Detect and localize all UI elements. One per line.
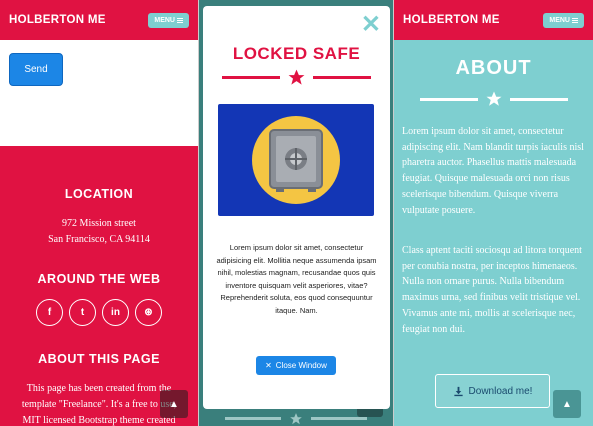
about-title: ABOUT [455,57,532,79]
hamburger-icon [572,17,578,23]
send-button[interactable]: Send [9,53,63,86]
navbar: HOLBERTON ME MENU [0,0,198,40]
modal-title: LOCKED SAFE [232,44,361,63]
address-line1: 972 Mission street [62,218,136,229]
brand-logo[interactable]: HOLBERTON ME [9,14,106,26]
brand-logo[interactable]: HOLBERTON ME [403,14,500,26]
menu-label: MENU [549,16,570,24]
star-icon [288,69,305,85]
close-icon: ✕ [265,361,272,370]
about-divider [394,90,593,108]
modal-body-text: Lorem ipsum dolor sit amet, consectetur … [216,243,377,315]
close-icon[interactable]: ✕ [361,13,381,37]
hamburger-icon [177,17,183,23]
right-panel: HOLBERTON ME MENU ABOUT Lorem ipsum dolo… [394,0,593,426]
chevron-up-icon: ▲ [562,398,572,410]
scroll-top-button[interactable]: ▲ [553,390,581,418]
left-panel: HOLBERTON ME MENU Send LOCATION 972 Miss… [0,0,198,426]
linkedin-icon[interactable]: in [102,299,129,326]
close-window-label: Close Window [275,361,327,370]
portfolio-modal: ✕ LOCKED SAFE Lorem ipsum dolor sit amet… [203,6,390,409]
safe-illustration [252,116,340,204]
close-window-button[interactable]: ✕ Close Window [256,356,336,375]
address-line2: San Francisco, CA 94114 [48,234,150,245]
twitter-icon[interactable]: t [69,299,96,326]
menu-button[interactable]: MENU [148,12,189,28]
location-heading: LOCATION [64,187,134,201]
about-paragraph-2: Class aptent taciti sociosqu ad litora t… [402,245,582,335]
web-heading: AROUND THE WEB [37,272,161,286]
download-button[interactable]: Download me! [435,374,550,408]
about-paragraph-1: Lorem ipsum dolor sit amet, consectetur … [402,126,584,216]
facebook-icon[interactable]: f [36,299,63,326]
download-icon [453,386,463,396]
star-icon [486,91,501,106]
menu-label: MENU [154,16,175,24]
scroll-top-button[interactable]: ▲ [160,390,188,418]
menu-button[interactable]: MENU [543,12,584,28]
navbar: HOLBERTON ME MENU [394,0,593,40]
chevron-up-icon: ▲ [169,398,179,410]
star-icon [290,412,302,424]
download-label: Download me! [468,385,533,397]
safe-image [218,104,374,216]
dribbble-icon[interactable]: ⊛ [135,299,162,326]
modal-divider [203,68,390,87]
social-links: f t in ⊛ [0,299,198,326]
footer: LOCATION 972 Mission street San Francisc… [0,146,198,426]
about-page-heading: ABOUT THIS PAGE [38,352,160,366]
